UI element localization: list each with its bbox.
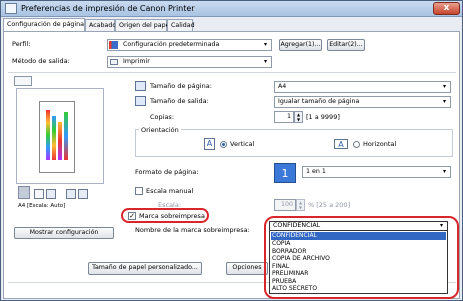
divider bbox=[8, 72, 456, 73]
close-button[interactable]: x bbox=[433, 2, 460, 15]
watermark-name-label: Nombre de la marca sobreimpresa: bbox=[135, 226, 250, 234]
profile-icon bbox=[109, 41, 118, 49]
chevron-down-icon: ▾ bbox=[442, 168, 446, 175]
preview-toggle-icon[interactable] bbox=[14, 76, 32, 86]
page-icon[interactable] bbox=[34, 189, 44, 199]
landscape-icon: A bbox=[334, 139, 348, 149]
watermark-dropdown-list[interactable]: CONFIDENCIAL COPIA BORRADOR COPIA DE ARC… bbox=[269, 230, 448, 294]
profile-label: Perfil: bbox=[12, 40, 31, 48]
page-size-value: A4 bbox=[278, 83, 287, 90]
output-size-value: Igualar tamaño de página bbox=[278, 98, 360, 105]
printer-icon bbox=[5, 3, 17, 14]
edit-profile-button[interactable]: Editar(2)... bbox=[327, 39, 365, 51]
page-size-label: Tamaño de página: bbox=[150, 82, 212, 90]
tab-page-setup[interactable]: Configuración de página bbox=[3, 18, 85, 31]
page-preview bbox=[16, 88, 104, 184]
chevron-down-icon: ▾ bbox=[442, 83, 446, 90]
manual-scale-label: Escala manual bbox=[146, 187, 194, 195]
watermark-checkbox[interactable]: ✓ bbox=[128, 212, 136, 220]
output-size-select[interactable]: Igualar tamaño de página ▾ bbox=[274, 96, 451, 108]
window-title: Preferencias de impresión de Canon Print… bbox=[21, 4, 195, 13]
chevron-down-icon: ▾ bbox=[263, 41, 267, 48]
spin-down-icon[interactable]: ▼ bbox=[295, 117, 302, 122]
output-method-value: Imprimir bbox=[123, 58, 150, 65]
output-size-label: Tamaño de salida: bbox=[150, 97, 209, 105]
printer-preview-icon bbox=[18, 186, 30, 199]
page-format-value: 1 en 1 bbox=[306, 168, 326, 175]
spin-down-icon[interactable]: ▼ bbox=[297, 205, 304, 210]
page-format-label: Formato de página: bbox=[135, 168, 199, 176]
scale-range: % [25 a 200] bbox=[308, 201, 351, 209]
orientation-vertical-label: Vertical bbox=[230, 140, 255, 148]
page-size-icon bbox=[135, 81, 146, 91]
preview-bar bbox=[52, 116, 56, 160]
preview-bar bbox=[64, 112, 68, 160]
orientation-horizontal-label: Horizontal bbox=[363, 140, 397, 148]
orientation-horizontal-radio[interactable] bbox=[353, 141, 360, 148]
tab-finishing[interactable]: Acabado bbox=[85, 19, 116, 31]
dropdown-option-alto-secreto[interactable]: ALTO SECRETO bbox=[272, 285, 317, 293]
copies-label: Copias: bbox=[150, 113, 175, 121]
add-profile-button[interactable]: Agregar(1)... bbox=[279, 39, 322, 51]
preview-caption: A4 [Escala: Auto] bbox=[18, 203, 66, 209]
print-preferences-window: Preferencias de impresión de Canon Print… bbox=[0, 0, 463, 301]
copies-range: [1 a 9999] bbox=[306, 113, 340, 121]
page-size-select[interactable]: A4 ▾ bbox=[274, 81, 451, 93]
output-method-label: Método de salida: bbox=[12, 57, 70, 65]
dropdown-option-copia-de-archivo[interactable]: COPIA DE ARCHIVO bbox=[272, 255, 330, 263]
show-settings-button[interactable]: Mostrar configuración bbox=[14, 227, 114, 239]
orientation-vertical-radio[interactable] bbox=[220, 141, 227, 148]
dropdown-option-copia[interactable]: COPIA bbox=[272, 240, 290, 248]
output-method-select[interactable]: Imprimir ▾ bbox=[107, 56, 272, 68]
chevron-down-icon: ▾ bbox=[439, 222, 443, 229]
scale-input[interactable]: 100 bbox=[274, 199, 296, 211]
orientation-label: Orientación bbox=[139, 126, 181, 134]
preview-bar bbox=[46, 110, 50, 160]
preview-icons-row bbox=[16, 186, 104, 202]
profile-value: Configuración predeterminada bbox=[123, 41, 220, 48]
watermark-label: Marca sobreimpresa bbox=[139, 212, 205, 220]
tab-quality[interactable]: Calidad bbox=[167, 19, 195, 31]
page-format-icon: 1 bbox=[274, 163, 296, 183]
copies-stepper[interactable]: ▲ ▼ bbox=[294, 111, 303, 123]
duplex-icon[interactable] bbox=[78, 189, 88, 199]
watermark-name-value: CONFIDENCIAL bbox=[273, 222, 321, 229]
tab-paper-source[interactable]: Origen del papel bbox=[115, 19, 171, 31]
title-bar[interactable]: Preferencias de impresión de Canon Print… bbox=[1, 1, 462, 17]
layout-icon[interactable] bbox=[46, 189, 56, 199]
printer-small-icon bbox=[110, 59, 118, 65]
chevron-down-icon: ▾ bbox=[442, 98, 446, 105]
options-button[interactable]: Opciones bbox=[226, 262, 268, 275]
page-preview-sheet bbox=[39, 101, 75, 173]
staple-icon[interactable] bbox=[66, 189, 76, 199]
scale-stepper[interactable]: ▲ ▼ bbox=[296, 199, 305, 211]
custom-paper-size-button[interactable]: Tamaño de papel personalizado... bbox=[88, 262, 202, 275]
manual-scale-checkbox[interactable] bbox=[135, 187, 143, 195]
dropdown-option-confidencial[interactable]: CONFIDENCIAL bbox=[271, 232, 446, 240]
chevron-down-icon: ▾ bbox=[263, 58, 267, 65]
profile-select[interactable]: Configuración predeterminada ▾ bbox=[107, 39, 272, 51]
portrait-icon: A bbox=[204, 138, 215, 150]
copies-input[interactable]: 1 bbox=[274, 111, 294, 123]
orientation-group bbox=[135, 129, 453, 157]
output-size-icon bbox=[135, 96, 146, 106]
page-format-select[interactable]: 1 en 1 ▾ bbox=[302, 166, 451, 178]
preview-bar bbox=[58, 122, 62, 160]
dropdown-option-preliminar[interactable]: PRELIMINAR bbox=[272, 270, 308, 278]
